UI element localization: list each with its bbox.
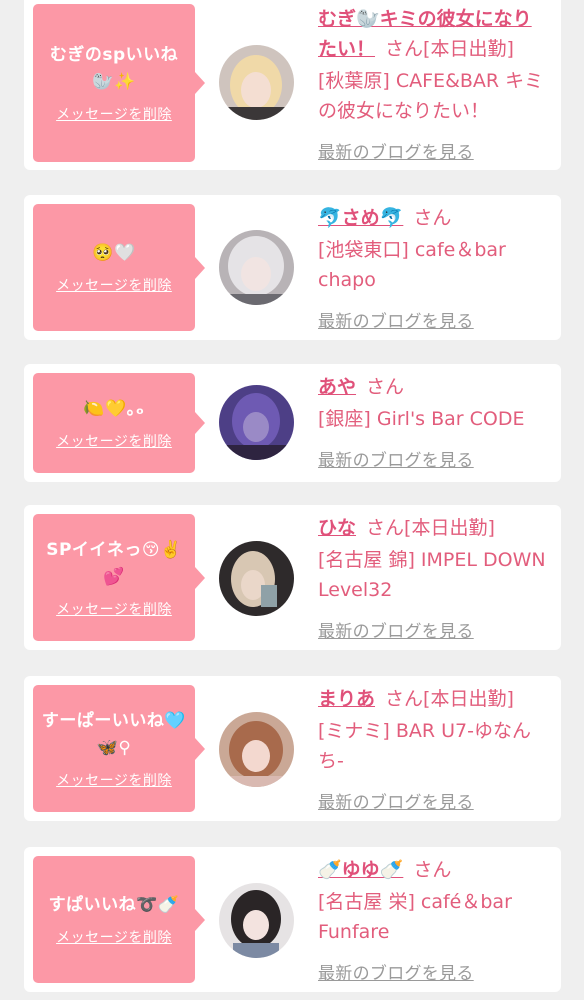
honorific: さん — [366, 376, 405, 398]
message-text: むぎのspいいね🦭✨ — [49, 45, 179, 92]
message-card: すーぱーいいね🩵🦋⚲ メッセージを削除 まりあ さん[本日出勤] [ミナミ] BA… — [24, 676, 561, 821]
cast-info: 🐬さめ🐬 さん [池袋東口] cafe＆bar chapo 最新のブログを見る — [318, 203, 548, 332]
message-card: 🍋💛｡ₒ メッセージを削除 あや さん [銀座] Girl's Bar CODE … — [24, 364, 561, 482]
message-card: すぱいいね➰🍼 メッセージを削除 🍼ゆゆ🍼 さん [名古屋 栄] café＆bar… — [24, 847, 561, 992]
avatar[interactable] — [219, 45, 294, 120]
cast-name-link[interactable]: あや — [318, 376, 356, 398]
message-card: 🥺🤍 メッセージを削除 🐬さめ🐬 さん [池袋東口] cafe＆bar chapo… — [24, 195, 561, 340]
cast-info: 🍼ゆゆ🍼 さん [名古屋 栄] café＆bar Funfare 最新のブログを見… — [318, 855, 548, 984]
shop-name: [池袋東口] cafe＆bar chapo — [318, 239, 506, 291]
latest-blog-link[interactable]: 最新のブログを見る — [318, 307, 474, 332]
cast-info: ひな さん[本日出勤] [名古屋 錦] IMPEL DOWN Level32 最新… — [318, 513, 548, 642]
message-bubble: 🥺🤍 メッセージを削除 — [33, 204, 205, 331]
shop-name: [名古屋 栄] café＆bar Funfare — [318, 891, 512, 943]
delete-message-link[interactable]: メッセージを削除 — [56, 275, 172, 295]
cast-name-link[interactable]: ひな — [318, 517, 356, 539]
honorific: さん — [385, 38, 424, 60]
honorific: さん — [413, 207, 452, 229]
cast-name-link[interactable]: 🐬さめ🐬 — [318, 207, 403, 229]
work-status: [本日出勤] — [423, 38, 514, 60]
cast-name-link[interactable]: まりあ — [318, 688, 375, 710]
delete-message-link[interactable]: メッセージを削除 — [56, 770, 172, 790]
latest-blog-link[interactable]: 最新のブログを見る — [318, 788, 474, 813]
message-bubble: むぎのspいいね🦭✨ メッセージを削除 — [33, 4, 205, 162]
delete-message-link[interactable]: メッセージを削除 — [56, 927, 172, 947]
message-card: SPイイネっ😚✌️💕 メッセージを削除 ひな さん[本日出勤] [名古屋 錦] I… — [24, 505, 561, 650]
shop-name: [名古屋 錦] IMPEL DOWN Level32 — [318, 549, 546, 601]
cast-name-link[interactable]: 🍼ゆゆ🍼 — [318, 859, 403, 881]
message-bubble: 🍋💛｡ₒ メッセージを削除 — [33, 373, 205, 473]
message-card: むぎのspいいね🦭✨ メッセージを削除 むぎ🦭キミの彼女になりたい！ さん[本日出… — [24, 0, 561, 170]
avatar[interactable] — [219, 541, 294, 616]
message-bubble: SPイイネっ😚✌️💕 メッセージを削除 — [33, 514, 205, 641]
avatar[interactable] — [219, 883, 294, 958]
avatar[interactable] — [219, 712, 294, 787]
message-text: すーぱーいいね🩵🦋⚲ — [41, 710, 187, 758]
avatar[interactable] — [219, 385, 294, 460]
delete-message-link[interactable]: メッセージを削除 — [56, 599, 172, 619]
message-text: 🍋💛｡ₒ — [83, 398, 145, 419]
delete-message-link[interactable]: メッセージを削除 — [56, 431, 172, 451]
avatar[interactable] — [219, 230, 294, 305]
message-text: SPイイネっ😚✌️💕 — [46, 539, 182, 587]
latest-blog-link[interactable]: 最新のブログを見る — [318, 138, 474, 163]
honorific: さん — [413, 859, 452, 881]
message-text: すぱいいね➰🍼 — [48, 895, 180, 915]
work-status: [本日出勤] — [404, 517, 495, 539]
shop-name: [ミナミ] BAR U7-ゆなんち- — [318, 720, 531, 772]
delete-message-link[interactable]: メッセージを削除 — [56, 104, 172, 124]
cast-info: まりあ さん[本日出勤] [ミナミ] BAR U7-ゆなんち- 最新のブログを見る — [318, 684, 548, 813]
shop-name: [銀座] Girl's Bar CODE — [318, 408, 525, 430]
message-bubble: すぱいいね➰🍼 メッセージを削除 — [33, 856, 205, 983]
honorific: さん — [366, 517, 405, 539]
work-status: [本日出勤] — [423, 688, 514, 710]
cast-info: むぎ🦭キミの彼女になりたい！ さん[本日出勤] [秋葉原] CAFE&BAR キミ… — [318, 4, 548, 163]
honorific: さん — [385, 688, 424, 710]
latest-blog-link[interactable]: 最新のブログを見る — [318, 959, 474, 984]
shop-name: [秋葉原] CAFE&BAR キミの彼女になりたい！ — [318, 70, 544, 122]
latest-blog-link[interactable]: 最新のブログを見る — [318, 446, 474, 471]
message-bubble: すーぱーいいね🩵🦋⚲ メッセージを削除 — [33, 685, 205, 812]
message-text: 🥺🤍 — [92, 243, 136, 263]
cast-info: あや さん [銀座] Girl's Bar CODE 最新のブログを見る — [318, 372, 548, 471]
latest-blog-link[interactable]: 最新のブログを見る — [318, 617, 474, 642]
